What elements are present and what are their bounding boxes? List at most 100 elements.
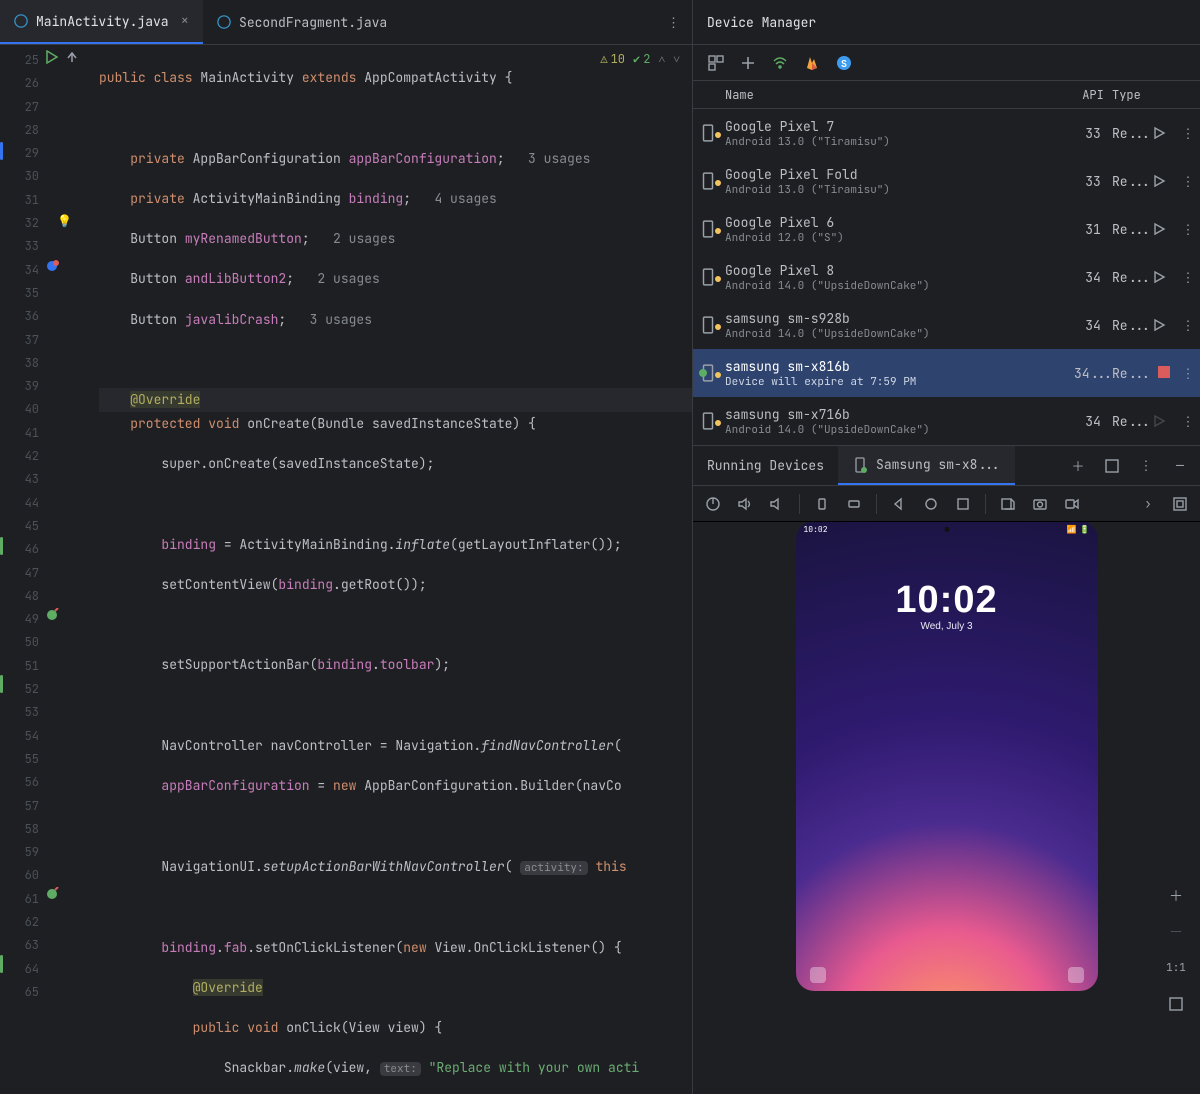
zoom-in-button[interactable]: ＋ — [1162, 882, 1190, 910]
device-row[interactable]: Google Pixel 7 Android 13.0 ("Tiramisu")… — [693, 109, 1200, 157]
device-api: 34 — [1074, 269, 1112, 286]
play-icon — [1152, 174, 1166, 188]
device-more-button[interactable]: ⋮ — [1176, 173, 1200, 190]
home-icon[interactable] — [921, 494, 941, 514]
device-subtitle: Android 14.0 ("UpsideDownCake") — [725, 423, 1074, 437]
volume-down-icon[interactable] — [767, 494, 787, 514]
running-devices-tabs: Running Devices Samsung sm-x8... ＋ ⋮ — — [693, 446, 1200, 486]
more-icon[interactable]: ⋮ — [1136, 456, 1156, 476]
device-type: Re... — [1112, 317, 1152, 334]
vcs-marker — [0, 142, 3, 160]
device-name: samsung sm-s928b — [725, 310, 1074, 327]
vcs-marker — [0, 537, 3, 555]
play-icon — [1152, 126, 1166, 140]
tab-second-fragment[interactable]: SecondFragment.java — [203, 0, 401, 44]
rotate-left-icon[interactable] — [812, 494, 832, 514]
vcs-marker — [0, 955, 3, 973]
status-dot — [715, 372, 721, 378]
screenshot-icon[interactable] — [1030, 494, 1050, 514]
add-device-icon[interactable] — [739, 54, 757, 72]
play-icon — [1152, 270, 1166, 284]
overview-icon[interactable] — [953, 494, 973, 514]
device-action-button[interactable] — [1152, 174, 1176, 188]
device-api: 33 — [1074, 173, 1112, 190]
zoom-controls: ＋ － 1:1 — [1162, 882, 1190, 1018]
implements-icon[interactable] — [45, 887, 59, 901]
volume-up-icon[interactable] — [735, 494, 755, 514]
device-mirror-view[interactable]: 10:02 📶🔋 10:02 Wed, July 3 ＋ － 1:1 — [693, 522, 1200, 1094]
intention-bulb-icon[interactable]: 💡 — [57, 213, 72, 229]
power-icon[interactable] — [703, 494, 723, 514]
device-row[interactable]: samsung sm-s928b Android 14.0 ("UpsideDo… — [693, 301, 1200, 349]
running-devices-label[interactable]: Running Devices — [693, 446, 838, 485]
zoom-fit-button[interactable] — [1162, 990, 1190, 1018]
device-subtitle: Android 13.0 ("Tiramisu") — [725, 183, 1074, 197]
device-more-button[interactable]: ⋮ — [1176, 125, 1200, 142]
tab-label: SecondFragment.java — [239, 14, 387, 31]
stop-icon — [1158, 366, 1170, 378]
zoom-11-button[interactable]: 1:1 — [1162, 954, 1190, 982]
skype-icon[interactable]: S — [835, 54, 853, 72]
device-action-button[interactable] — [1152, 414, 1176, 428]
device-row[interactable]: samsung sm-x816b Device will expire at 7… — [693, 349, 1200, 397]
device-type: Re... — [1112, 413, 1152, 430]
related-class-icon[interactable] — [65, 50, 79, 64]
layout-inspector-icon[interactable] — [1170, 494, 1190, 514]
window-icon[interactable] — [1102, 456, 1122, 476]
tab-main-activity[interactable]: MainActivity.java × — [0, 0, 203, 44]
class-icon — [14, 14, 28, 28]
add-tab-icon[interactable]: ＋ — [1068, 456, 1088, 476]
tab-label: MainActivity.java — [36, 13, 169, 30]
tabs-overflow-menu[interactable]: ⋮ — [655, 0, 692, 44]
running-device-tab[interactable]: Samsung sm-x8... — [838, 446, 1015, 485]
play-icon — [1152, 318, 1166, 332]
override-icon[interactable] — [45, 259, 59, 273]
device-row[interactable]: samsung sm-x716b Android 14.0 ("UpsideDo… — [693, 397, 1200, 445]
device-type: Re... — [1112, 173, 1152, 190]
back-icon[interactable] — [889, 494, 909, 514]
device-action-button[interactable] — [1152, 270, 1176, 284]
device-subtitle: Android 13.0 ("Tiramisu") — [725, 135, 1074, 149]
device-more-button[interactable]: ⋮ — [1176, 317, 1200, 334]
device-action-button[interactable] — [1152, 126, 1176, 140]
pair-devices-icon[interactable] — [707, 54, 725, 72]
column-header-api[interactable]: API — [1074, 87, 1112, 103]
zoom-out-button[interactable]: － — [1162, 918, 1190, 946]
class-icon — [217, 15, 231, 29]
wifi-icon[interactable] — [771, 54, 789, 72]
code-editor[interactable]: ⚠ 10 ✔ 2 ˄ ˅ 25262728 29303132 33343536 … — [0, 45, 692, 1094]
status-dot — [715, 276, 721, 282]
status-dot — [715, 132, 721, 138]
device-action-button[interactable] — [1152, 318, 1176, 332]
chevron-right-icon[interactable]: › — [1138, 494, 1158, 514]
device-more-button[interactable]: ⋮ — [1176, 269, 1200, 286]
code-content[interactable]: public class MainActivity extends AppCom… — [99, 45, 692, 1094]
lockscreen-right-shortcut[interactable] — [1068, 967, 1084, 983]
device-more-button[interactable]: ⋮ — [1176, 365, 1200, 382]
device-action-button[interactable] — [1152, 222, 1176, 236]
device-type: Re... — [1112, 221, 1152, 238]
svg-text:S: S — [841, 57, 847, 70]
device-table: Name API Type Google Pixel 7 Android 13.… — [693, 81, 1200, 445]
device-action-button[interactable] — [1152, 365, 1176, 382]
device-row[interactable]: Google Pixel Fold Android 13.0 ("Tiramis… — [693, 157, 1200, 205]
device-row[interactable]: Google Pixel 8 Android 14.0 ("UpsideDown… — [693, 253, 1200, 301]
column-header-name[interactable]: Name — [723, 87, 1074, 103]
device-screen[interactable]: 10:02 📶🔋 10:02 Wed, July 3 — [796, 522, 1098, 991]
snapshot-icon[interactable] — [998, 494, 1018, 514]
lockscreen-left-shortcut[interactable] — [810, 967, 826, 983]
record-icon[interactable] — [1062, 494, 1082, 514]
running-indicator — [699, 369, 707, 377]
device-more-button[interactable]: ⋮ — [1176, 413, 1200, 430]
column-header-type[interactable]: Type — [1112, 87, 1152, 103]
device-row[interactable]: Google Pixel 6 Android 12.0 ("S") 31 Re.… — [693, 205, 1200, 253]
firebase-icon[interactable] — [803, 54, 821, 72]
device-more-button[interactable]: ⋮ — [1176, 221, 1200, 238]
device-name: Google Pixel 8 — [725, 262, 1074, 279]
run-gutter-icon[interactable] — [45, 50, 59, 64]
rotate-right-icon[interactable] — [844, 494, 864, 514]
implements-icon[interactable] — [45, 608, 59, 622]
close-icon[interactable]: × — [181, 12, 189, 30]
minimize-icon[interactable]: — — [1170, 456, 1190, 476]
device-name: samsung sm-x816b — [725, 358, 1074, 375]
